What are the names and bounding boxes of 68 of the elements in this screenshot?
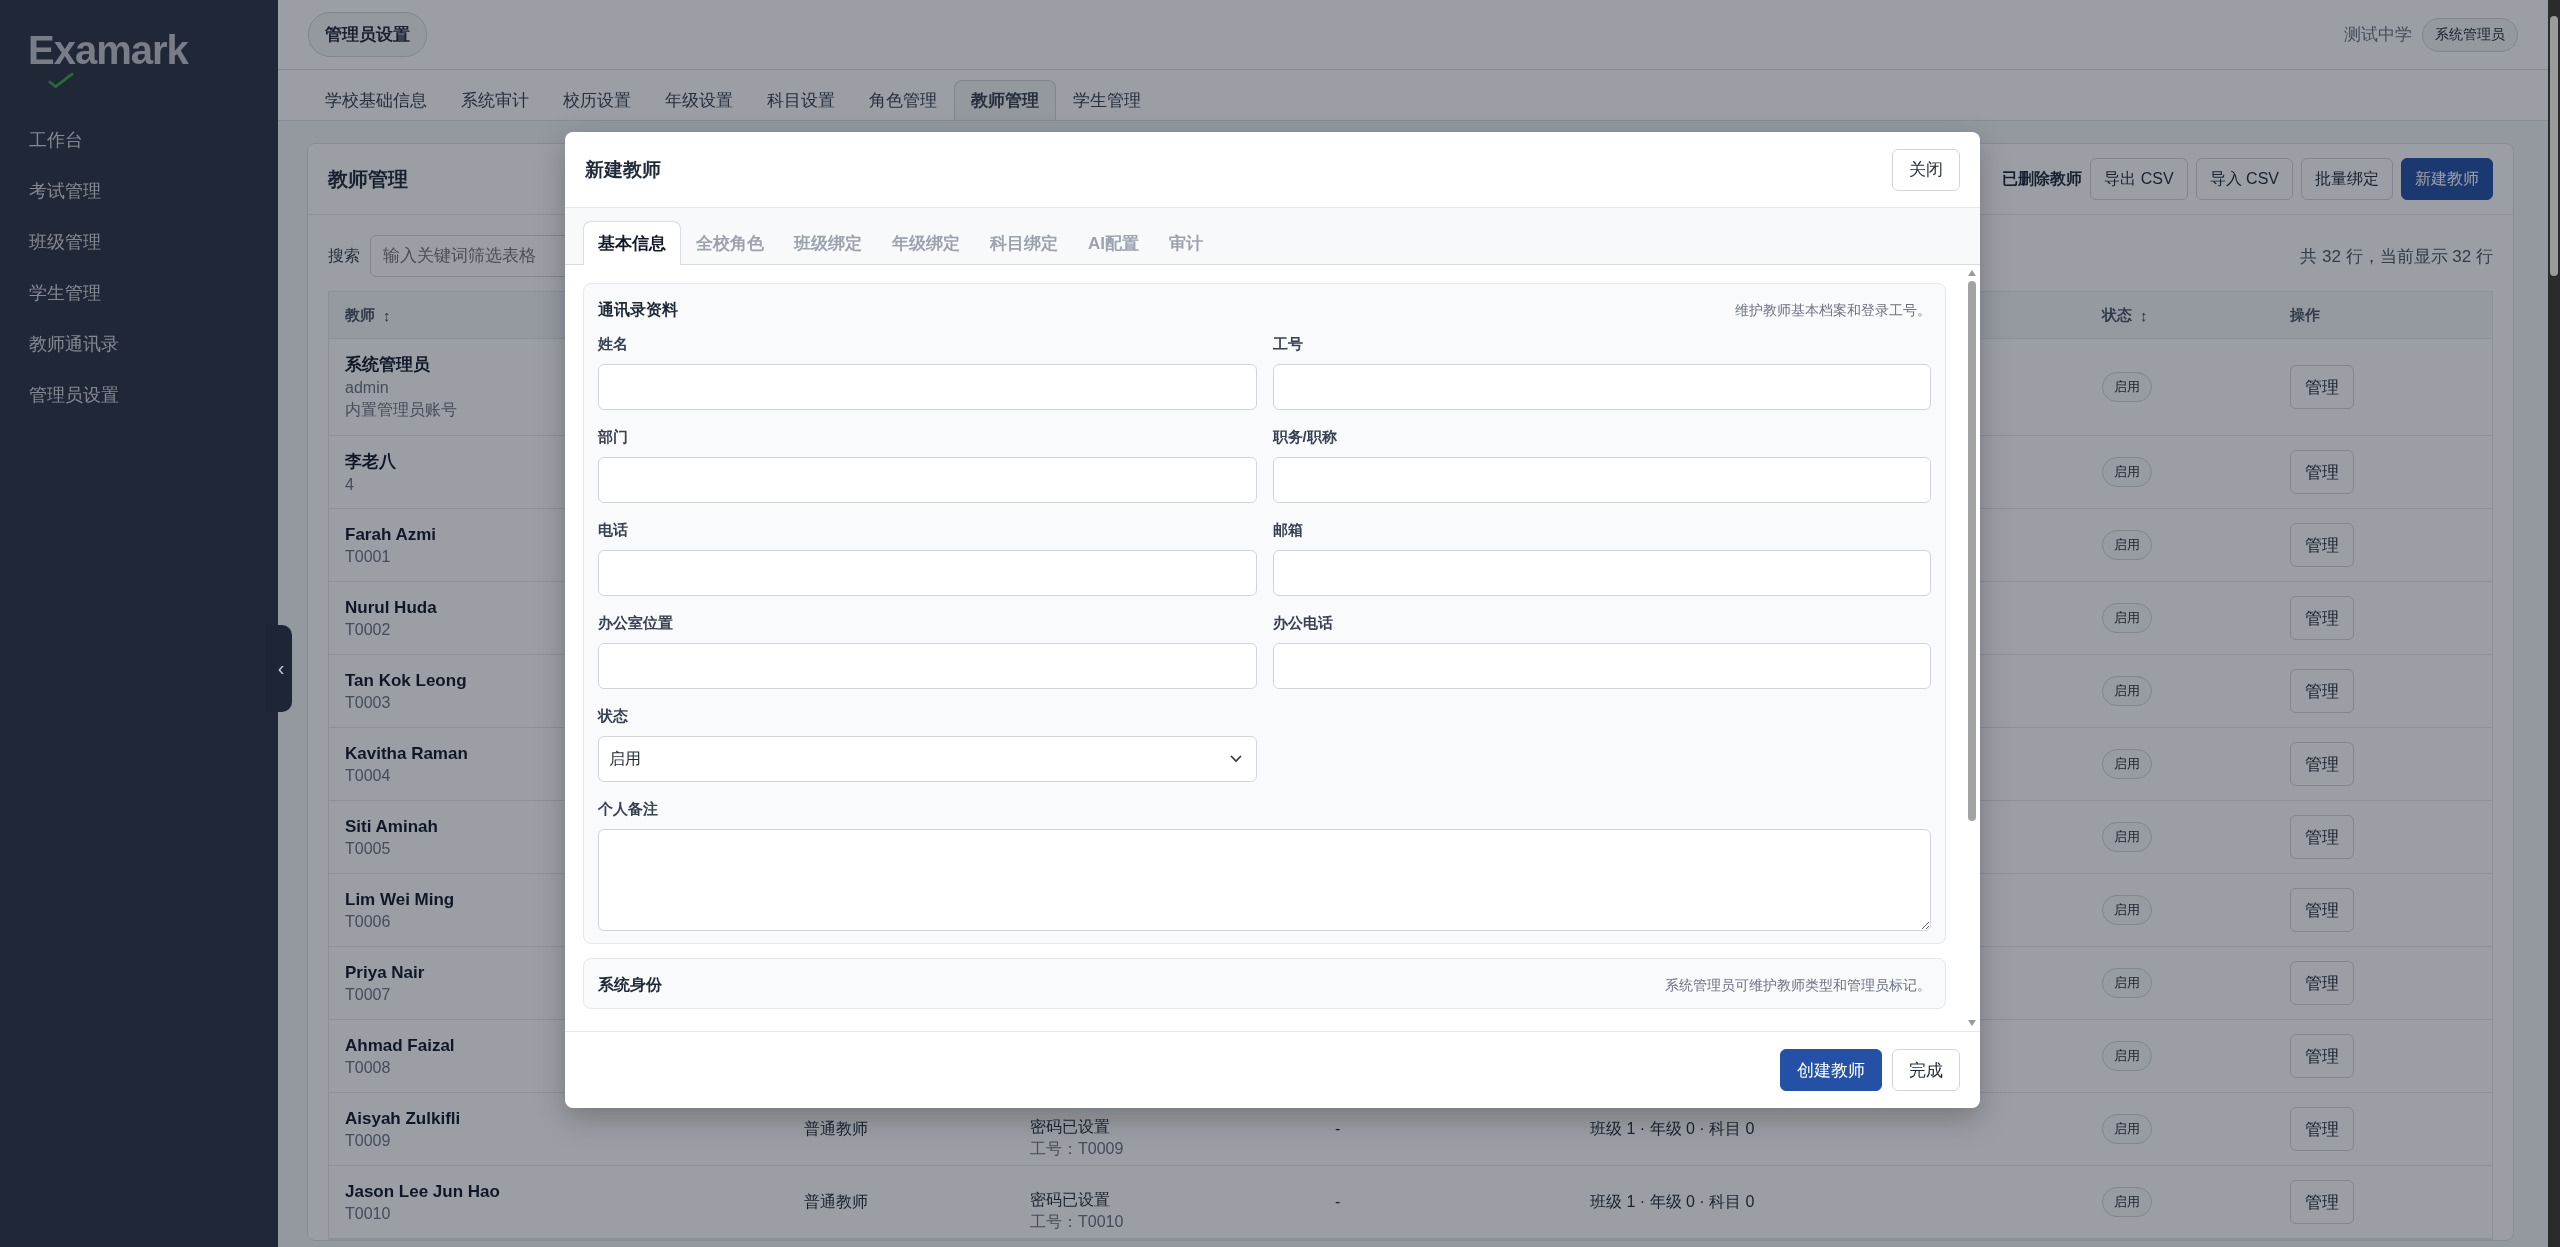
status-badge: 启用 [2102,1041,2152,1071]
field-label: 办公室位置 [598,614,674,633]
section-hint: 维护教师基本档案和登录工号。 [1735,301,1931,320]
panel-title: 教师管理 [328,166,408,192]
binding-summary: 班级 1 · 年级 0 · 科目 0 [1590,1118,1755,1139]
status-badge: 启用 [2102,457,2152,487]
field-label: 姓名 [598,335,629,354]
field-label: 部门 [598,428,629,447]
account-info: 工号：T0009 [1030,1139,1124,1159]
teacher-detail: T0008 [345,1058,391,1077]
status-badge: 启用 [2102,968,2152,998]
status-badge: 启用 [2102,603,2152,633]
status-badge: 启用 [2102,530,2152,560]
teacher-name: Ahmad Faizal [345,1035,455,1056]
teacher-detail: T0005 [345,839,391,858]
status-badge: 启用 [2102,1114,2152,1144]
section-title: 通讯录资料 [598,300,678,320]
field-label: 个人备注 [598,800,659,819]
teacher-detail: T0004 [345,766,391,785]
teacher-name: Tan Kok Leong [345,670,467,691]
status-badge: 启用 [2102,895,2152,925]
teacher-name: 李老八 [345,451,396,473]
teacher-name: Priya Nair [345,962,425,983]
field-label: 邮箱 [1272,521,1304,540]
row-count: 共 32 行，当前显示 32 行 [2300,245,2493,268]
teacher-detail: T0007 [345,985,391,1004]
teacher-name: Farah Azmi [345,524,436,545]
status-badge: 启用 [2102,372,2152,402]
binding-summary: 班级 1 · 年级 0 · 科目 0 [1590,1191,1755,1212]
teacher-type: 普通教师 [804,1118,868,1139]
teacher-name: Jason Lee Jun Hao [345,1181,500,1202]
field-label: 办公电话 [1272,614,1334,633]
teacher-type: 普通教师 [804,1191,868,1212]
teacher-detail: T0001 [345,547,391,566]
dialog-title: 新建教师 [585,157,661,182]
field-label: 工号 [1272,335,1304,354]
teacher-detail: T0002 [345,620,391,639]
account-info: 密码已设置 [1030,1190,1110,1210]
teacher-name: Kavitha Raman [345,743,468,764]
teacher-name: 系统管理员 [345,354,430,376]
teacher-detail: admin [345,379,389,397]
status-badge: 启用 [2102,749,2152,779]
status-badge: 启用 [2102,822,2152,852]
status-badge: 启用 [2102,1187,2152,1217]
teacher-detail: T0010 [345,1204,391,1223]
teacher-detail: T0003 [345,693,391,712]
teacher-name: Siti Aminah [345,816,438,837]
logo: Examark [28,30,188,70]
table-cell: - [1335,1120,1341,1138]
teacher-detail: T0009 [345,1131,391,1150]
teacher-detail: T0006 [345,912,391,931]
section-hint: 系统管理员可维护教师类型和管理员标记。 [1665,976,1931,995]
table-cell: - [1335,1193,1341,1211]
account-info: 密码已设置 [1030,1117,1110,1137]
account-info: 工号：T0010 [1030,1212,1124,1232]
teacher-detail: 内置管理员账号 [345,400,457,420]
field-label: 状态 [598,707,629,726]
teacher-name: Lim Wei Ming [345,889,455,910]
school-name: 测试中学 [2344,24,2412,46]
teacher-name: Aisyah Zulkifli [345,1108,461,1129]
teacher-name: Nurul Huda [345,597,437,618]
search-label: 搜索 [328,245,360,266]
section-title: 系统身份 [598,975,662,995]
status-badge: 启用 [2102,676,2152,706]
field-label: 电话 [598,521,629,540]
teacher-detail: 4 [345,476,354,494]
column-header: 操作 [2290,305,2320,325]
field-label: 职务/职称 [1272,428,1338,447]
